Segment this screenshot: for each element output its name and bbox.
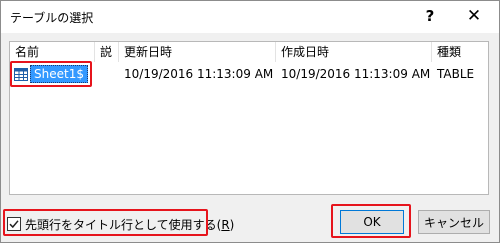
label-suffix: ) xyxy=(229,217,235,232)
cancel-button[interactable]: キャンセル xyxy=(418,210,490,234)
select-table-dialog: テーブルの選択 ? ✕ 名前 説 更新日時 作成日時 種類 Sheet1$ 10… xyxy=(0,0,500,243)
row-modified-cell: 10/19/2016 11:13:09 AM xyxy=(124,67,274,81)
checkmark-icon xyxy=(9,220,19,229)
label-main-text: 先頭行をタイトル行として使用する( xyxy=(25,217,222,232)
column-header-modified[interactable]: 更新日時 xyxy=(119,42,276,62)
table-row[interactable]: Sheet1$ 10/19/2016 11:13:09 AM 10/19/201… xyxy=(10,64,488,84)
dialog-title: テーブルの選択 xyxy=(10,11,94,25)
close-button[interactable]: ✕ xyxy=(460,4,488,28)
column-header-type[interactable]: 種類 xyxy=(432,42,488,62)
first-row-header-checkbox[interactable] xyxy=(7,217,21,231)
first-row-header-option[interactable]: 先頭行をタイトル行として使用する(R) xyxy=(7,215,234,233)
row-name-text: Sheet1$ xyxy=(30,65,88,83)
first-row-header-label: 先頭行をタイトル行として使用する(R) xyxy=(25,216,234,233)
column-header-name[interactable]: 名前 xyxy=(10,42,95,62)
title-bar: テーブルの選択 ? ✕ xyxy=(1,1,499,33)
list-header: 名前 説 更新日時 作成日時 種類 xyxy=(10,42,488,62)
help-button[interactable]: ? xyxy=(416,4,444,28)
ok-button[interactable]: OK xyxy=(340,210,404,234)
row-type-cell: TABLE xyxy=(437,67,475,81)
row-description-cell xyxy=(95,64,119,84)
column-header-description[interactable]: 説 xyxy=(95,42,119,62)
table-list[interactable]: 名前 説 更新日時 作成日時 種類 Sheet1$ 10/19/2016 11:… xyxy=(9,41,489,195)
table-grid-icon xyxy=(14,67,28,81)
label-access-key: R xyxy=(221,217,230,232)
column-header-created[interactable]: 作成日時 xyxy=(276,42,432,62)
row-created-cell: 10/19/2016 11:13:09 AM xyxy=(281,67,431,81)
row-name-cell[interactable]: Sheet1$ xyxy=(12,65,88,83)
